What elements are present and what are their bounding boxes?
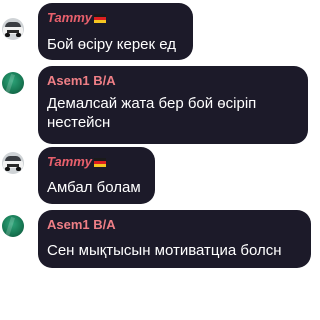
message-bubble: Asem1 B/A Демалсай жата бер бой өсіріп н… xyxy=(38,66,308,144)
message-text: Амбал болам xyxy=(47,179,141,196)
avatar[interactable] xyxy=(2,72,24,94)
message-bubble: Tammy Амбал болам xyxy=(38,147,155,204)
avatar[interactable] xyxy=(2,18,24,40)
message-text: Сен мықтысын мотиватциа болсн xyxy=(47,242,282,259)
author-name[interactable]: Tammy xyxy=(47,154,107,169)
message-bubble: Tammy Бой өсіру керек ед xyxy=(38,3,193,60)
message-bubble: Asem1 B/A Сен мықтысын мотиватциа болсн xyxy=(38,210,311,268)
author-name[interactable]: Asem1 B/A xyxy=(47,217,116,232)
avatar[interactable] xyxy=(2,152,24,174)
author-name[interactable]: Asem1 B/A xyxy=(47,73,116,88)
message-text: Демалсай жата бер бой өсіріп нестейсн xyxy=(47,95,257,131)
germany-flag-icon xyxy=(94,158,107,167)
germany-flag-icon xyxy=(94,14,107,23)
avatar[interactable] xyxy=(2,215,24,237)
message-text: Бой өсіру керек ед xyxy=(47,36,177,53)
author-name[interactable]: Tammy xyxy=(47,10,107,25)
